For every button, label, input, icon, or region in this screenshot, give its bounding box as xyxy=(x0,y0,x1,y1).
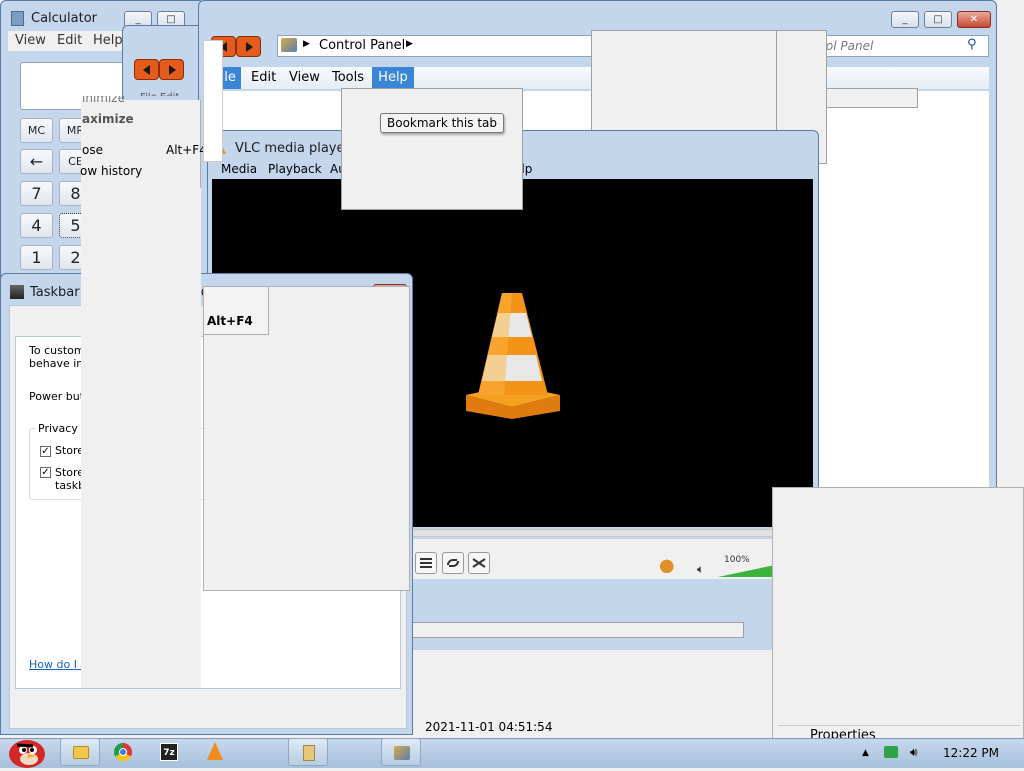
menu-item-close[interactable]: ose xyxy=(82,143,103,157)
white-bar xyxy=(203,40,223,162)
properties-panel xyxy=(772,487,1024,745)
volume-slider[interactable] xyxy=(718,564,778,577)
calc-key-4[interactable]: 4 xyxy=(20,213,53,238)
menu-item-maximize[interactable]: aximize xyxy=(82,112,134,126)
vlc-logo-small-icon xyxy=(656,551,674,573)
tooltip-popup xyxy=(341,88,523,210)
loop-button[interactable] xyxy=(442,552,464,574)
tray-volume-icon[interactable]: 🔊︎ xyxy=(910,745,918,760)
calc-key-mc[interactable]: MC xyxy=(20,118,53,143)
breadcrumb-arrow-icon[interactable]: ▶ xyxy=(303,39,310,49)
calc-key-7[interactable]: 7 xyxy=(20,181,53,206)
calculator-menu-help[interactable]: Help xyxy=(93,33,123,48)
shuffle-icon xyxy=(472,558,486,568)
vlc-menu-media[interactable]: Media xyxy=(221,162,257,176)
taskbar-7zip-icon[interactable]: 7z xyxy=(150,738,190,766)
vlc-menu-playback[interactable]: Playback xyxy=(268,162,322,176)
background-nav-buttons xyxy=(134,59,186,81)
search-icon[interactable]: ⚲ xyxy=(967,37,977,52)
calculator-title: Calculator xyxy=(31,11,98,26)
menu-item-close-shortcut: Alt+F4 xyxy=(166,143,207,157)
calculator-icon xyxy=(11,11,24,26)
power-button-label: Power butt xyxy=(29,390,89,403)
tray-network-icon[interactable] xyxy=(884,746,898,758)
bookmark-tooltip: Bookmark this tab xyxy=(380,113,504,133)
calculator-menu-edit[interactable]: Edit xyxy=(57,33,82,48)
tray-up-arrow-icon[interactable]: ▲ xyxy=(862,748,869,758)
vlc-timestamp: 2021-11-01 04:51:54 xyxy=(425,720,553,734)
taskbar-calculator-icon[interactable] xyxy=(288,738,328,766)
calc-key-backspace[interactable]: ← xyxy=(20,149,53,174)
shuffle-button[interactable] xyxy=(468,552,490,574)
start-button-bird-icon[interactable] xyxy=(3,732,49,768)
taskbar-vlc-icon[interactable] xyxy=(195,738,235,766)
back-arrow-icon[interactable] xyxy=(134,59,159,80)
blank-strip xyxy=(827,88,918,108)
breadcrumb[interactable]: Control Panel xyxy=(319,38,405,53)
explorer-menu-view[interactable]: View xyxy=(289,70,320,85)
store-label-1: Store xyxy=(55,444,85,457)
playlist-button[interactable] xyxy=(415,552,437,574)
explorer-menu-edit[interactable]: Edit xyxy=(251,70,276,85)
calc-key-1[interactable]: 1 xyxy=(20,245,53,270)
loop-icon xyxy=(447,559,459,567)
explorer-forward-icon[interactable] xyxy=(236,36,261,57)
vlc-status-bar xyxy=(412,622,744,638)
vlc-cone-logo xyxy=(466,293,560,419)
calculator-menu-view[interactable]: View xyxy=(15,33,46,48)
speaker-icon[interactable]: 🔈︎ xyxy=(697,562,704,577)
taskbar-clock[interactable]: 12:22 PM xyxy=(943,746,999,760)
taskbar-control-panel-icon[interactable] xyxy=(381,738,421,766)
store-checkbox-1[interactable]: ✓ xyxy=(40,446,51,457)
customize-text-line1: To customi xyxy=(29,344,88,357)
help-link[interactable]: How do I c xyxy=(29,658,87,671)
vlc-title: VLC media player xyxy=(235,141,350,156)
control-panel-icon xyxy=(281,38,297,52)
explorer-minimize-button[interactable]: _ xyxy=(891,11,919,28)
properties-divider xyxy=(778,725,1020,726)
breadcrumb-chevron-icon[interactable]: ▶ xyxy=(406,39,413,49)
gray-overlay-left xyxy=(81,188,201,688)
taskbar-chrome-icon[interactable] xyxy=(103,738,143,766)
alt-f4-label: Alt+F4 xyxy=(207,314,253,328)
explorer-menu-tools[interactable]: Tools xyxy=(332,70,364,85)
store-label-2a: Store xyxy=(55,466,85,479)
taskbar-properties-icon xyxy=(10,285,24,299)
store-checkbox-2[interactable]: ✓ xyxy=(40,467,51,478)
explorer-maximize-button[interactable]: □ xyxy=(924,11,952,28)
menu-item-history[interactable]: ow history xyxy=(80,164,142,178)
forward-arrow-icon[interactable] xyxy=(159,59,184,80)
privacy-label: Privacy xyxy=(35,422,81,435)
explorer-close-button[interactable]: ✕ xyxy=(957,11,991,28)
vlc-bottom-edge xyxy=(412,647,772,650)
taskbar-folder-icon[interactable] xyxy=(60,738,100,766)
search-placeholder: rol Panel xyxy=(821,39,874,53)
playlist-icon xyxy=(420,558,432,568)
explorer-menu-help[interactable]: Help xyxy=(372,67,414,89)
